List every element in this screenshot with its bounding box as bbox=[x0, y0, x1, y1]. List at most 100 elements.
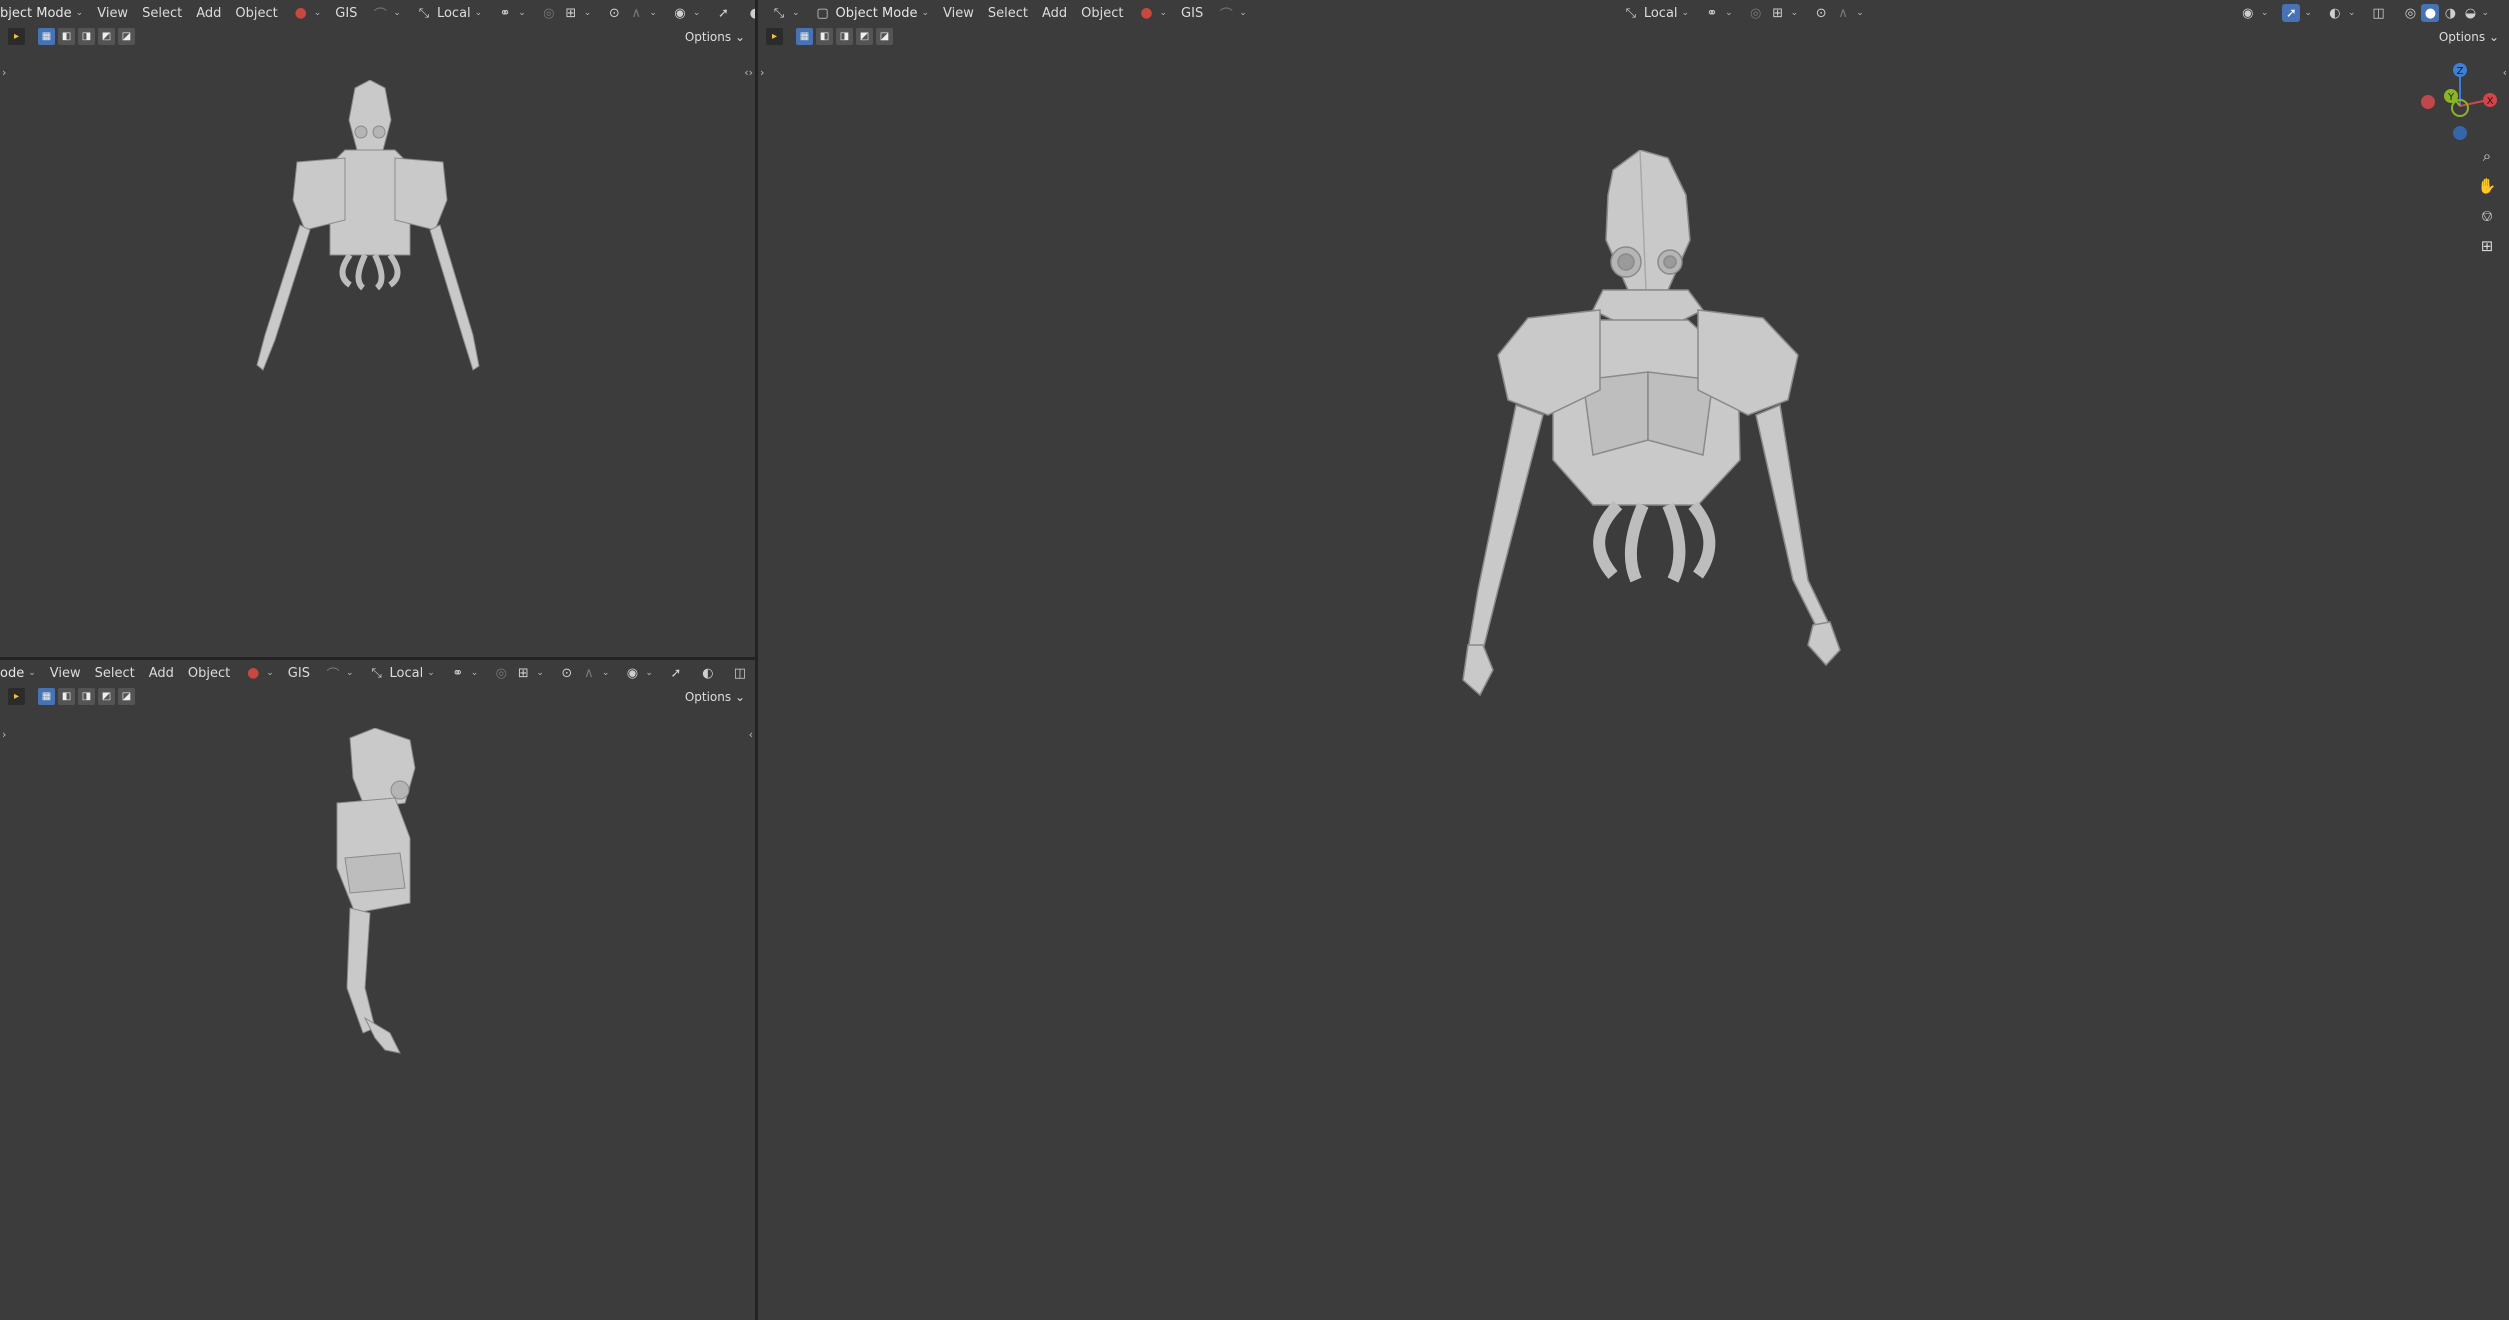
viewport-top-left[interactable]: bject Mode ⌄ View Select Add Object ● ⌄ GI… bbox=[0, 0, 755, 657]
shading-solid-icon[interactable]: ● bbox=[2421, 4, 2440, 22]
curve-dropdown[interactable]: ⌒ ⌄ bbox=[324, 664, 353, 683]
falloff-icon: ∧ bbox=[584, 665, 594, 681]
xray-toggle[interactable]: ◫ bbox=[2369, 4, 2387, 22]
select-new-button[interactable]: ▦ bbox=[796, 28, 813, 45]
transform-orientation[interactable]: ⤡ Local ⌄ bbox=[368, 664, 434, 682]
camera-icon[interactable]: ⎊ bbox=[2474, 203, 2500, 229]
shading-material-icon[interactable]: ◑ bbox=[2441, 4, 2459, 22]
viewport-bottom-left[interactable]: ode ⌄ View Select Add Object ● ⌄ GIS ⌒ ⌄ ⤡ L… bbox=[0, 660, 755, 1320]
character-model-perspective[interactable] bbox=[1368, 150, 1928, 745]
overlay-icon: ◐ bbox=[702, 665, 714, 681]
gizmo-neg-x[interactable] bbox=[2421, 95, 2435, 109]
menu-gis[interactable]: GIS bbox=[288, 666, 310, 681]
sidebar-expand-icon[interactable]: ‹› bbox=[744, 66, 753, 79]
overlay-toggle[interactable]: ◐ ⌄ bbox=[2326, 4, 2355, 22]
menu-gis[interactable]: GIS bbox=[335, 6, 357, 21]
pivot-dropdown[interactable]: ⚭ ⌄ bbox=[1703, 4, 1733, 22]
menu-select[interactable]: Select bbox=[988, 6, 1028, 21]
toolbar-expand-icon[interactable]: › bbox=[2, 728, 6, 741]
select-invert-button[interactable]: ◩ bbox=[856, 28, 873, 45]
menu-select[interactable]: Select bbox=[142, 6, 182, 21]
select-subtract-button[interactable]: ◨ bbox=[78, 688, 95, 705]
viewport-main[interactable]: ⤡ ⌄ ▢ Object Mode ⌄ View Select Add Object … bbox=[758, 0, 2509, 1320]
menu-gis[interactable]: GIS bbox=[1181, 6, 1203, 21]
menu-view[interactable]: View bbox=[50, 666, 81, 681]
sidebar-expand-icon[interactable]: ‹ bbox=[2503, 66, 2507, 79]
select-tool-button[interactable]: ▸ bbox=[8, 688, 25, 705]
menu-object[interactable]: Object bbox=[1081, 6, 1123, 21]
select-extend-button[interactable]: ◧ bbox=[58, 688, 75, 705]
xray-toggle[interactable]: ◫ bbox=[731, 664, 749, 682]
menu-add[interactable]: Add bbox=[196, 6, 221, 21]
visibility-dropdown[interactable]: ◉ ⌄ bbox=[623, 664, 653, 682]
options-dropdown[interactable]: Options ⌄ bbox=[2439, 30, 2499, 44]
transform-orientation[interactable]: ⤡ Local ⌄ bbox=[1622, 4, 1689, 22]
gizmo-neg-z[interactable] bbox=[2453, 126, 2467, 140]
curve-dropdown[interactable]: ⌒ ⌄ bbox=[371, 4, 401, 23]
snap-toggle[interactable]: ◎ ⊞ ⌄ bbox=[540, 4, 591, 22]
menu-object[interactable]: Object bbox=[235, 6, 277, 21]
visibility-dropdown[interactable]: ◉ ⌄ bbox=[2239, 4, 2268, 22]
toolbar-expand-icon[interactable]: › bbox=[760, 66, 764, 79]
select-tool-button[interactable]: ▸ bbox=[766, 28, 783, 45]
select-intersect-button[interactable]: ◪ bbox=[118, 28, 135, 45]
toolbar-expand-icon[interactable]: › bbox=[2, 66, 6, 79]
select-extend-button[interactable]: ◧ bbox=[816, 28, 833, 45]
select-subtract-button[interactable]: ◨ bbox=[78, 28, 95, 45]
visibility-dropdown[interactable]: ◉ ⌄ bbox=[671, 4, 701, 22]
mode-selector[interactable]: bject Mode ⌄ bbox=[0, 6, 83, 21]
proportional-toggle[interactable]: ⊙ ∧ ⌄ bbox=[1812, 4, 1864, 22]
character-model-front[interactable] bbox=[235, 80, 505, 375]
menu-add[interactable]: Add bbox=[1042, 6, 1067, 21]
chevron-down-icon: ⌄ bbox=[692, 8, 701, 18]
sidebar-expand-icon[interactable]: ‹ bbox=[749, 728, 753, 741]
select-invert-button[interactable]: ◩ bbox=[98, 688, 115, 705]
overlay-toggle[interactable]: ◐ bbox=[699, 664, 717, 682]
navigation-gizmo[interactable]: Z X Y bbox=[2418, 58, 2498, 148]
snap-toggle[interactable]: ◎ ⊞ ⌄ bbox=[492, 664, 544, 682]
select-new-button[interactable]: ▦ bbox=[38, 28, 55, 45]
orientation-label: Local bbox=[1643, 5, 1678, 21]
gizmo-toggle[interactable]: ➚ bbox=[667, 664, 685, 682]
gizmo-icon: ➚ bbox=[670, 665, 682, 681]
mode-selector[interactable]: ▢ Object Mode ⌄ bbox=[814, 4, 929, 22]
gizmo-toggle[interactable]: ➚ bbox=[714, 4, 732, 22]
select-tool-button[interactable]: ▸ bbox=[8, 28, 25, 45]
transform-orientation[interactable]: ⤡ Local ⌄ bbox=[415, 4, 482, 22]
hand-icon[interactable]: ✋ bbox=[2474, 173, 2500, 199]
select-subtract-button[interactable]: ◨ bbox=[836, 28, 853, 45]
menu-view[interactable]: View bbox=[97, 6, 128, 21]
gizmo-toggle[interactable]: ➚ ⌄ bbox=[2282, 4, 2312, 22]
menu-select[interactable]: Select bbox=[95, 666, 135, 681]
pivot-dropdown[interactable]: ⚭ ⌄ bbox=[449, 664, 478, 682]
menu-view[interactable]: View bbox=[943, 6, 974, 21]
grid-icon[interactable]: ⊞ bbox=[2474, 233, 2500, 259]
shading-rendered-icon[interactable]: ◒ bbox=[2461, 4, 2479, 22]
proportional-toggle[interactable]: ⊙ ∧ ⌄ bbox=[558, 664, 609, 682]
gis-dropdown[interactable]: ● ⌄ bbox=[1137, 4, 1167, 22]
overlay-toggle[interactable]: ◐ bbox=[746, 4, 755, 22]
curve-dropdown[interactable]: ⌒ ⌄ bbox=[1217, 4, 1247, 23]
zoom-icon[interactable]: ⌕ bbox=[2474, 143, 2500, 169]
snap-grid-icon: ⊞ bbox=[1772, 5, 1784, 21]
chevron-down-icon[interactable]: ⌄ bbox=[2481, 8, 2489, 18]
select-intersect-button[interactable]: ◪ bbox=[118, 688, 135, 705]
gis-dropdown[interactable]: ● ⌄ bbox=[292, 4, 322, 22]
select-invert-button[interactable]: ◩ bbox=[98, 28, 115, 45]
editor-type-dropdown[interactable]: ⤡ ⌄ bbox=[770, 4, 800, 22]
shading-wireframe-icon[interactable]: ◎ bbox=[2401, 4, 2419, 22]
proportional-toggle[interactable]: ⊙ ∧ ⌄ bbox=[605, 4, 657, 22]
snap-toggle[interactable]: ◎ ⊞ ⌄ bbox=[1747, 4, 1798, 22]
character-model-side[interactable] bbox=[315, 728, 445, 1058]
options-dropdown[interactable]: Options ⌄ bbox=[685, 30, 745, 44]
menu-add[interactable]: Add bbox=[149, 666, 174, 681]
select-intersect-button[interactable]: ◪ bbox=[876, 28, 893, 45]
select-extend-button[interactable]: ◧ bbox=[58, 28, 75, 45]
options-dropdown[interactable]: Options ⌄ bbox=[685, 690, 745, 704]
select-new-button[interactable]: ▦ bbox=[38, 688, 55, 705]
mode-selector[interactable]: ode ⌄ bbox=[0, 666, 36, 681]
menu-object[interactable]: Object bbox=[188, 666, 230, 681]
chevron-down-icon: ⌄ bbox=[1856, 8, 1864, 18]
gis-dropdown[interactable]: ● ⌄ bbox=[244, 664, 274, 682]
pivot-dropdown[interactable]: ⚭ ⌄ bbox=[496, 4, 526, 22]
